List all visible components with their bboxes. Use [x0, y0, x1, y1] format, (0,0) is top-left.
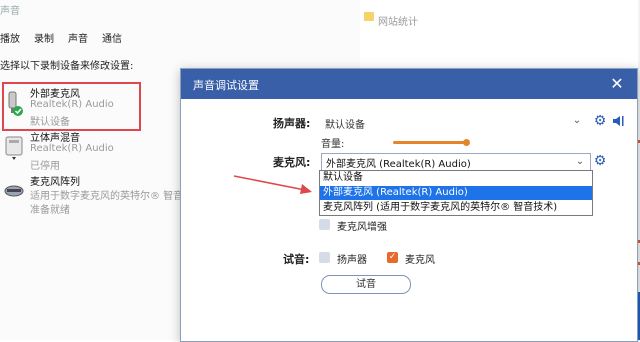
device-stereo-mix[interactable]: 立体声混音 Realtek(R) Audio 已停用	[4, 129, 194, 173]
mic-array-icon	[4, 185, 24, 197]
dropdown-option[interactable]: 默认设备	[320, 171, 592, 185]
device-driver: Realtek(R) Audio	[30, 143, 114, 154]
volume-slider-knob[interactable]	[463, 139, 470, 146]
tab-recording[interactable]: 录制	[34, 30, 54, 45]
device-driver: 适用于数字麦克风的英特尔® 智音技	[30, 191, 194, 202]
speaker-label: 扬声器:	[273, 117, 311, 130]
dropdown-option[interactable]: 麦克风阵列 (适用于数字麦克风的英特尔® 智音技术)	[320, 201, 592, 215]
chevron-down-icon[interactable]: ⌄	[574, 156, 586, 168]
annotation-arrow	[233, 175, 312, 194]
close-icon[interactable]: ✕	[607, 74, 627, 94]
gear-icon[interactable]: ⚙	[593, 114, 607, 128]
device-status: 准备就绪	[30, 205, 70, 216]
device-mic-array[interactable]: 麦克风阵列 适用于数字麦克风的英特尔® 智音技 准备就绪	[4, 173, 194, 217]
mic-boost-checkbox[interactable]	[319, 219, 330, 230]
volume-slider-track[interactable]	[393, 141, 467, 144]
device-status: 已停用	[30, 161, 60, 172]
speaker-volume-icon[interactable]	[611, 113, 627, 129]
dropdown-option-selected[interactable]: 外部麦克风 (Realtek(R) Audio)	[320, 186, 592, 200]
gear-icon[interactable]: ⚙	[593, 154, 607, 168]
chevron-down-icon[interactable]: ⌄	[571, 115, 583, 127]
device-name: 立体声混音	[30, 133, 80, 144]
mic-select-value: 外部麦克风 (Realtek(R) Audio)	[326, 159, 471, 170]
mic-trial-checkbox[interactable]: ✓	[387, 252, 398, 263]
tab-playback[interactable]: 播放	[0, 30, 20, 45]
mic-boost-label: 麦克风增强	[337, 222, 387, 233]
trial-label: 试音:	[283, 253, 310, 266]
speaker-trial-checkbox[interactable]	[319, 252, 330, 263]
sound-window-title: 声音	[0, 6, 20, 17]
device-name: 麦克风阵列	[30, 177, 80, 188]
mic-label: 麦克风:	[273, 156, 311, 169]
tab-communications[interactable]: 通信	[102, 30, 122, 45]
dialog-titlebar: 声音调试设置 ✕	[181, 69, 637, 99]
mic-trial-label: 麦克风	[405, 255, 435, 266]
web-panel-header	[360, 0, 638, 70]
folder-icon	[364, 12, 374, 21]
stereo-mix-icon	[5, 136, 23, 160]
mic-select[interactable]: 外部麦克风 (Realtek(R) Audio) ⌄	[321, 153, 591, 171]
test-sound-button[interactable]: 试音	[321, 275, 411, 294]
highlight-box	[2, 82, 141, 131]
instruction-text: 选择以下录制设备来修改设置:	[0, 61, 134, 72]
speaker-trial-label: 扬声器	[337, 255, 367, 266]
sound-debug-dialog: 声音调试设置 ✕ 扬声器: 默认设备 ⌄ ⚙ 音量: 麦克风: 外部麦克风 (R…	[180, 68, 638, 342]
site-stats-link[interactable]: 网站统计	[378, 13, 418, 28]
dialog-title: 声音调试设置	[193, 79, 259, 92]
mic-dropdown-list: 默认设备 外部麦克风 (Realtek(R) Audio) 麦克风阵列 (适用于…	[319, 170, 593, 216]
volume-label: 音量:	[321, 139, 345, 150]
sound-tabs: 播放 录制 声音 通信	[0, 30, 122, 45]
tab-sounds[interactable]: 声音	[68, 30, 88, 45]
speaker-select[interactable]: 默认设备	[325, 116, 365, 131]
